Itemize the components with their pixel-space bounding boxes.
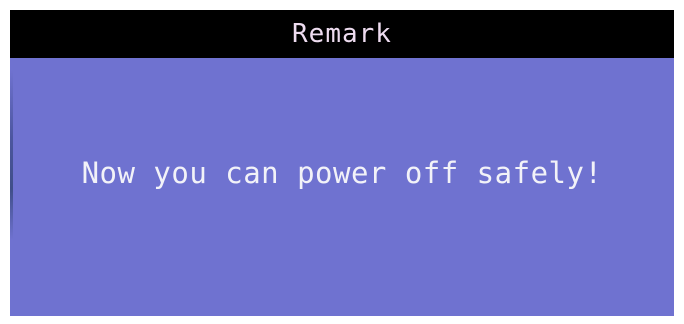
- dialog-message: Now you can power off safely!: [81, 156, 603, 190]
- dialog-body: Now you can power off safely!: [10, 58, 674, 316]
- remark-dialog: Remark Now you can power off safely!: [10, 10, 674, 316]
- dialog-title-bar: Remark: [10, 10, 674, 58]
- dialog-title: Remark: [292, 19, 392, 49]
